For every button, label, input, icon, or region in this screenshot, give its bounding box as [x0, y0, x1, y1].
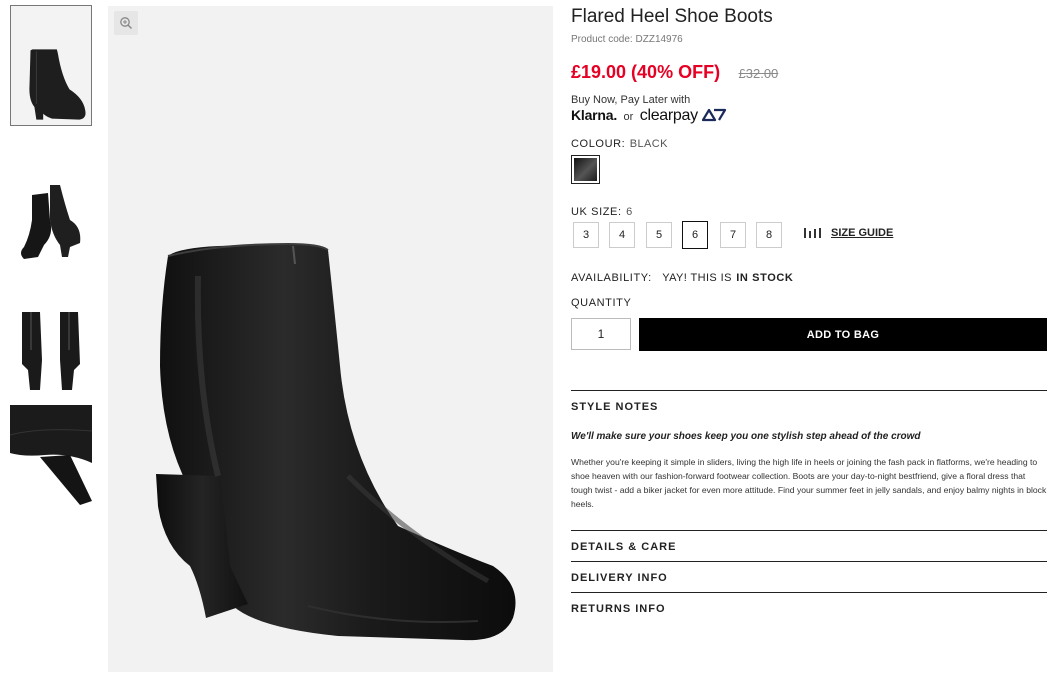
price-row: £19.00 (40% OFF) £32.00 [571, 62, 778, 83]
style-notes-tagline: We'll make sure your shoes keep you one … [571, 431, 921, 442]
availability-row: AVAILABILITY: YAY! THIS IS IN STOCK [571, 268, 793, 286]
clearpay-logo[interactable]: clearpay [640, 107, 698, 124]
quantity-input[interactable] [571, 318, 631, 350]
availability-text: YAY! THIS IS [662, 272, 732, 284]
thumbnail-side-view[interactable] [10, 5, 92, 126]
zoom-button[interactable] [114, 11, 138, 35]
clearpay-arrows-icon [702, 108, 727, 122]
accordion-details-care[interactable]: DETAILS & CARE [571, 541, 676, 553]
product-code-value: DZZ14976 [635, 34, 683, 45]
pay-later-or: or [623, 111, 634, 123]
size-option-3[interactable]: 3 [573, 222, 599, 248]
size-guide-label: SIZE GUIDE [831, 227, 894, 239]
size-option-7[interactable]: 7 [720, 222, 746, 248]
colour-swatch-black[interactable] [571, 155, 600, 184]
size-option-5[interactable]: 5 [646, 222, 672, 248]
divider [571, 561, 1047, 562]
size-guide-link[interactable]: SIZE GUIDE [803, 227, 893, 239]
boot-pair-thumb-image [21, 185, 81, 259]
accordion-delivery-info[interactable]: DELIVERY INFO [571, 572, 668, 584]
style-notes-heading[interactable]: STYLE NOTES [571, 401, 658, 413]
boot-side-thumb-image [29, 49, 86, 120]
boot-back-thumb-image [22, 312, 80, 390]
main-product-image[interactable] [108, 6, 553, 672]
divider [571, 592, 1047, 593]
size-row: UK SIZE: 6 [571, 202, 633, 220]
swatch-fill [574, 158, 597, 181]
thumbnail-pair-back[interactable] [10, 290, 92, 402]
product-details-panel: Flared Heel Shoe Boots Product code: DZZ… [571, 0, 1047, 683]
colour-value: BLACK [629, 138, 668, 150]
product-title: Flared Heel Shoe Boots [571, 6, 773, 27]
thumbnail-heel-closeup[interactable] [10, 405, 92, 515]
pay-later-providers: Klarna. or clearpay [571, 107, 727, 127]
accordion-returns-info[interactable]: RETURNS INFO [571, 603, 666, 615]
size-option-6[interactable]: 6 [682, 221, 708, 249]
heel-closeup-thumb-image [10, 405, 92, 505]
size-value: 6 [626, 206, 633, 218]
klarna-logo[interactable]: Klarna. [571, 107, 617, 123]
divider [571, 530, 1047, 531]
size-guide-icon [804, 228, 821, 238]
zoom-in-icon [120, 17, 133, 30]
thumbnail-pair-angled[interactable] [10, 165, 92, 265]
original-price: £32.00 [738, 66, 779, 81]
style-notes-description: Whether you're keeping it simple in slid… [571, 457, 1047, 509]
stock-status: IN STOCK [736, 272, 793, 284]
availability-label: AVAILABILITY: [571, 272, 652, 284]
size-option-8[interactable]: 8 [756, 222, 782, 248]
product-code: Product code: DZZ14976 [571, 34, 683, 45]
quantity-label: QUANTITY [571, 297, 632, 309]
ankle-boot-photo [156, 242, 516, 641]
pay-later-label: Buy Now, Pay Later with [571, 94, 691, 106]
size-label: UK SIZE: [571, 206, 622, 218]
size-option-4[interactable]: 4 [609, 222, 635, 248]
sale-price: £19.00 (40% OFF) [571, 62, 721, 82]
colour-label: COLOUR: [571, 138, 626, 150]
colour-row: COLOUR: BLACK [571, 134, 668, 152]
divider [571, 390, 1047, 391]
add-to-bag-button[interactable]: ADD TO BAG [639, 318, 1047, 351]
product-code-label: Product code: [571, 34, 633, 45]
stock-status-value: IN STOCK [736, 272, 794, 284]
